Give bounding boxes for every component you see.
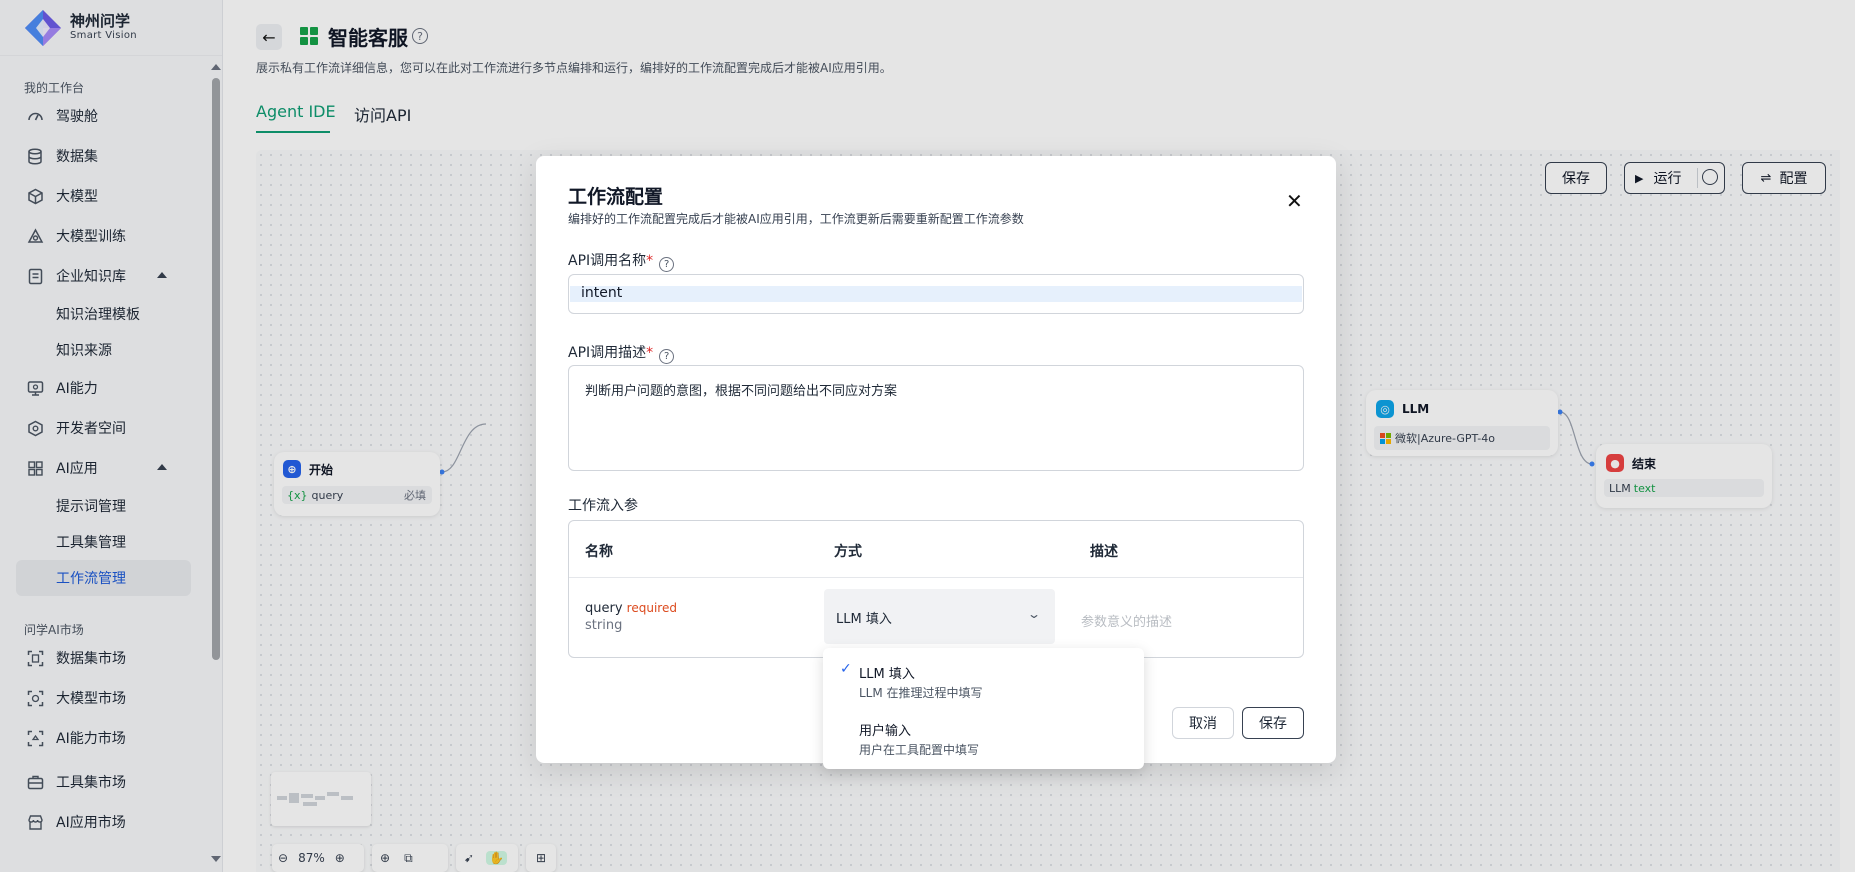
option-title: LLM 填入 [859,667,915,682]
param-type: string [585,618,623,633]
modal-subtitle: 编排好的工作流配置完成后才能被AI应用引用，工作流更新后需要重新配置工作流参数 [568,212,1024,226]
text-selection-highlight [570,286,1302,302]
param-desc-input[interactable]: 参数意义的描述 [1081,611,1172,630]
params-label: 工作流入参 [568,498,638,514]
option-desc: LLM 在推理过程中填写 [859,686,983,700]
api-desc-textarea[interactable]: 判断用户问题的意图，根据不同问题给出不同应对方案 [568,365,1304,471]
field-label-text: API调用名称 [568,253,647,269]
check-icon: ✓ [840,661,852,677]
close-icon[interactable]: ✕ [1286,191,1303,211]
modal-title: 工作流配置 [568,186,664,208]
api-desc-label: API调用描述*? [568,342,675,364]
help-icon[interactable]: ? [659,349,675,364]
help-icon[interactable]: ? [659,257,675,272]
option-title: 用户输入 [859,724,912,739]
table-header: 名称 方式 描述 [569,521,1303,578]
param-name-cell: query required string [585,601,677,633]
dropdown-option-llm[interactable]: LLM 填入 LLM 在推理过程中填写 [859,663,983,701]
api-name-value: intent [581,285,623,301]
mode-dropdown-menu: ✓ LLM 填入 LLM 在推理过程中填写 用户输入 用户在工具配置中填写 [823,648,1144,769]
option-desc: 用户在工具配置中填写 [859,743,980,757]
mode-select-value: LLM 填入 [836,612,892,627]
save-button[interactable]: 保存 [1242,707,1304,739]
api-desc-value: 判断用户问题的意图，根据不同问题给出不同应对方案 [585,384,898,399]
field-label-text: API调用描述 [568,345,647,361]
cancel-button[interactable]: 取消 [1172,707,1234,739]
dropdown-option-user[interactable]: 用户输入 用户在工具配置中填写 [859,720,979,758]
api-name-label: API调用名称*? [568,250,675,272]
column-header-desc: 描述 [1090,544,1118,560]
column-header-mode: 方式 [834,544,862,560]
required-badge: required [626,601,677,615]
chevron-down-icon: ⌄ [1026,607,1042,621]
mode-select[interactable]: LLM 填入 ⌄ [824,589,1055,644]
column-header-name: 名称 [585,544,613,560]
params-table: 名称 方式 描述 query required string LLM 填入 ⌄ … [568,520,1304,658]
api-name-input[interactable]: intent [568,274,1304,314]
table-row: query required string LLM 填入 ⌄ 参数意义的描述 [569,578,1303,658]
param-name: query [585,601,623,616]
